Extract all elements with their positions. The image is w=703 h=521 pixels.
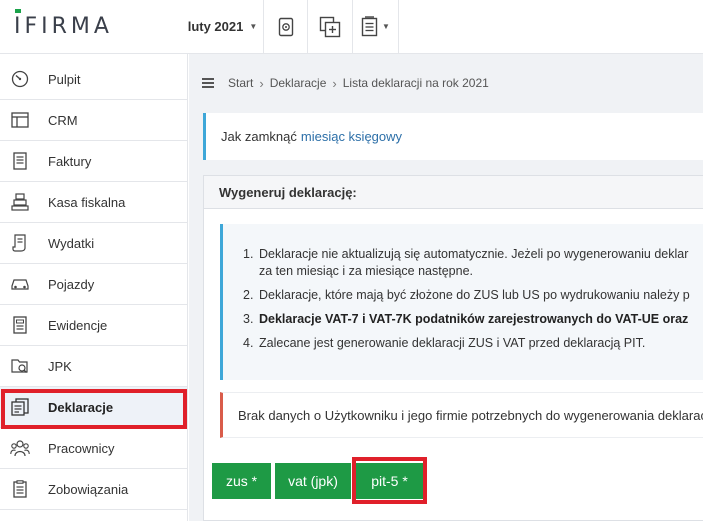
sidebar-item-pulpit[interactable]: Pulpit	[0, 59, 187, 100]
list-item: 3. Deklaracje VAT-7 i VAT-7K podatników …	[243, 311, 703, 328]
warning-box: Brak danych o Użytkowniku i jego firmie …	[220, 392, 703, 438]
liabilities-icon	[10, 479, 30, 499]
logo-text: IFIRMA	[14, 8, 113, 39]
logo-dot	[15, 8, 21, 13]
jpk-icon	[10, 356, 30, 376]
sidebar-item-pracownicy[interactable]: Pracownicy	[0, 428, 187, 469]
list-item-number: 1.	[243, 247, 254, 261]
info-link[interactable]: miesiąc księgowy	[301, 129, 402, 144]
list-item-text-bold: Deklaracje VAT-7 i VAT-7K podatników zar…	[259, 312, 689, 326]
list-item-number: 2.	[243, 288, 254, 302]
list-item-number: 3.	[243, 312, 254, 326]
sidebar-item-label: Zobowiązania	[48, 481, 129, 497]
top-bar: IFIRMA luty 2021 ▼ ▼	[0, 0, 703, 54]
add-document-button[interactable]	[307, 0, 352, 53]
breadcrumb-start[interactable]: Start	[228, 76, 253, 90]
sidebar-item-wydatki[interactable]: Wydatki	[0, 223, 187, 264]
expenses-icon	[10, 233, 30, 253]
sidebar-item-label: Faktury	[48, 153, 92, 169]
employees-icon	[10, 438, 30, 458]
car-icon	[10, 274, 30, 294]
main-content: Start › Deklaracje › Lista deklaracji na…	[189, 54, 703, 521]
breadcrumb-current: Lista deklaracji na rok 2021	[342, 76, 489, 90]
logo-prefix: I	[14, 13, 25, 39]
document-list-icon	[361, 16, 378, 37]
sidebar-item-zobowiazania[interactable]: Zobowiązania	[0, 469, 187, 510]
sidebar-item-ewidencje[interactable]: Ewidencje	[0, 305, 187, 346]
sidebar-item-kasa-fiskalna[interactable]: Kasa fiskalna	[0, 182, 187, 223]
sidebar-item-faktury[interactable]: Faktury	[0, 141, 187, 182]
sidebar-item-label: Deklaracje	[48, 399, 114, 415]
sidebar-item-label: Pojazdy	[48, 276, 95, 292]
chevron-down-icon: ▼	[382, 22, 390, 31]
sidebar-item-label: Kasa fiskalna	[48, 194, 126, 210]
vat-jpk-button[interactable]: vat (jpk)	[275, 463, 351, 499]
list-item: 1. Deklaracje nie aktualizują się automa…	[243, 246, 703, 280]
month-label: luty 2021	[187, 19, 244, 34]
chevron-down-icon: ▼	[249, 22, 258, 31]
list-item-text: Deklaracje nie aktualizują się automatyc…	[259, 247, 689, 261]
instructions-box: 1. Deklaracje nie aktualizują się automa…	[220, 224, 703, 380]
sidebar-item-deklaracje[interactable]: Deklaracje	[0, 387, 187, 428]
warning-text: Brak danych o Użytkowniku i jego firmie …	[238, 407, 703, 423]
list-item: 4. Zalecane jest generowanie deklaracji …	[243, 335, 703, 352]
list-item-number: 4.	[243, 336, 254, 350]
sidebar-item-label: JPK	[48, 358, 72, 374]
pit-5-button[interactable]: pit-5 *	[355, 463, 424, 499]
logo-rest: FIRMA	[24, 13, 113, 39]
breadcrumb: Start › Deklaracje › Lista deklaracji na…	[189, 54, 703, 112]
sidebar-item-label: Pulpit	[48, 71, 81, 87]
sidebar-item-label: Pracownicy	[48, 440, 115, 456]
month-selector[interactable]: luty 2021 ▼	[182, 0, 263, 53]
breadcrumb-separator-icon: ›	[332, 75, 337, 91]
crm-icon	[10, 110, 30, 130]
menu-toggle-icon[interactable]	[202, 76, 214, 90]
list-item-text-cont: za ten miesiąc i za miesiące następne.	[259, 264, 473, 278]
add-document-icon	[319, 16, 341, 37]
list-item-text: Zalecane jest generowanie deklaracji ZUS…	[259, 336, 646, 350]
sidebar-item-label: CRM	[48, 112, 78, 128]
register-button[interactable]	[263, 0, 307, 53]
ifirma-logo[interactable]: IFIRMA	[14, 8, 113, 39]
declarations-icon	[10, 397, 30, 417]
sidebar-item-crm[interactable]: CRM	[0, 100, 187, 141]
cash-register-icon	[10, 192, 30, 212]
sidebar-item-pojazdy[interactable]: Pojazdy	[0, 264, 187, 305]
info-text: Jak zamknąć	[221, 129, 297, 144]
list-item-text: Deklaracje, które mają być złożone do ZU…	[259, 288, 690, 302]
list-item: 2. Deklaracje, które mają być złożone do…	[243, 287, 703, 304]
sidebar-item-label: Wydatki	[48, 235, 95, 251]
sidebar-item-label: Ewidencje	[48, 317, 108, 333]
zus-button[interactable]: zus *	[212, 463, 271, 499]
invoice-icon	[10, 151, 30, 171]
breadcrumb-separator-icon: ›	[259, 75, 264, 91]
info-box: Jak zamknąć miesiąc księgowy	[203, 113, 703, 160]
dashboard-icon	[10, 69, 30, 89]
panel-title: Wygeneruj deklarację:	[204, 176, 703, 209]
breadcrumb-deklaracje[interactable]: Deklaracje	[270, 76, 327, 90]
records-icon	[10, 315, 30, 335]
register-icon	[278, 17, 293, 36]
sidebar-item-jpk[interactable]: JPK	[0, 346, 187, 387]
instructions-list: 1. Deklaracje nie aktualizują się automa…	[243, 246, 703, 359]
document-list-button[interactable]: ▼	[352, 0, 399, 53]
logo-i: I	[14, 8, 25, 39]
sidebar: Pulpit CRM Faktury Kasa fiskalna Wydatki…	[0, 54, 188, 521]
